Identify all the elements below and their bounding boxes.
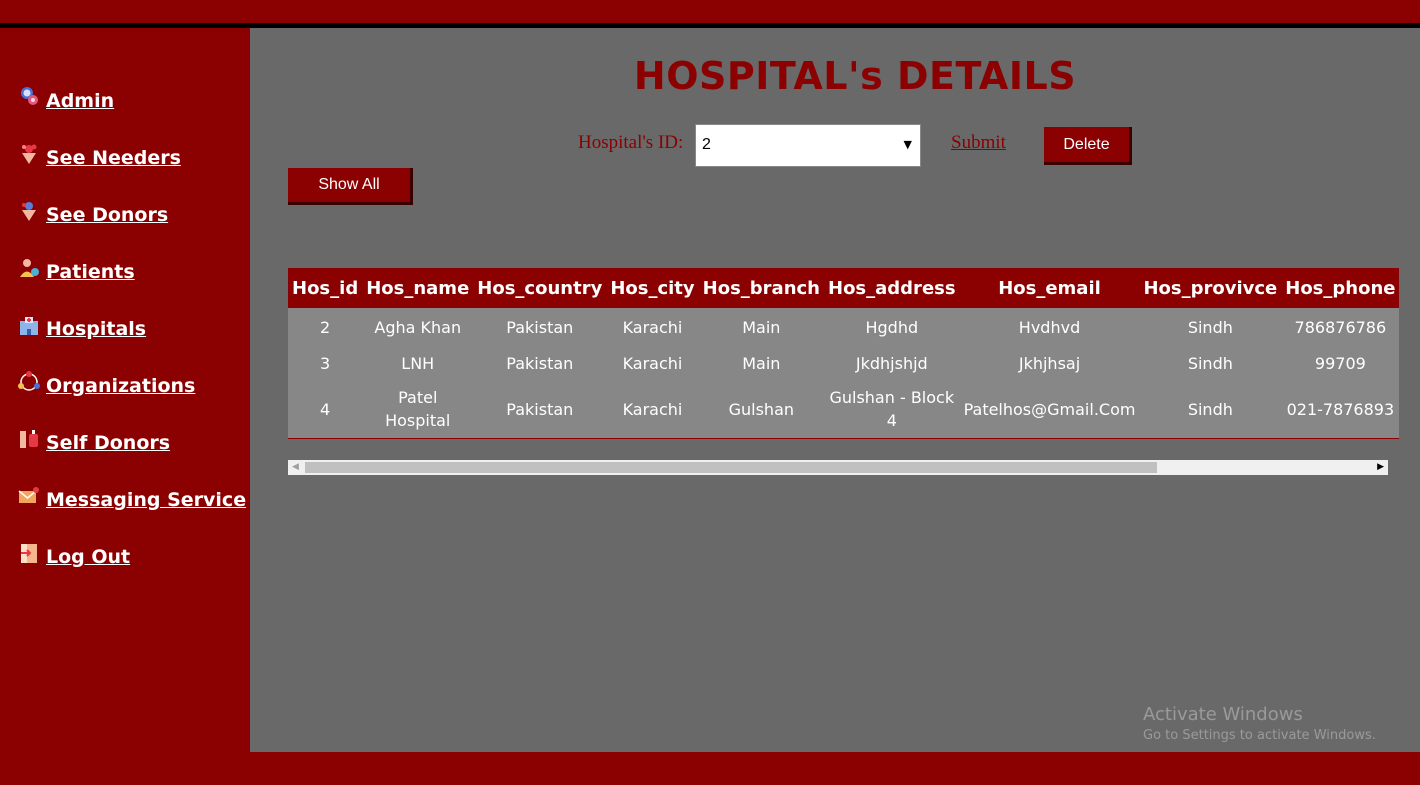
table-cell: 2: [288, 308, 363, 346]
envelope-icon: [18, 487, 39, 503]
table-cell: Patelhos@Gmail.Com: [959, 380, 1140, 439]
sidebar-item-label: Log Out: [46, 546, 131, 568]
scroll-right-arrow-icon[interactable]: ▶: [1377, 462, 1384, 472]
table-cell: Pakistan: [473, 346, 607, 380]
table-cell: Karachi: [606, 308, 699, 346]
table-cell: Main: [698, 346, 824, 380]
sidebar-item-label: Organizations: [46, 375, 196, 397]
sidebar-item-label: Patients: [46, 261, 135, 283]
hospital-id-selected-value: 2: [702, 136, 711, 153]
column-header: Hos_phone: [1281, 268, 1400, 308]
table-cell: Karachi: [606, 380, 699, 439]
bottom-band: [0, 752, 1420, 785]
sidebar-item-label: See Donors: [46, 204, 169, 226]
column-header: Hos_id: [288, 268, 363, 308]
column-header: Hos_country: [473, 268, 607, 308]
needers-icon: [22, 144, 37, 164]
sidebar-item-label: Hospitals: [46, 318, 147, 340]
table-header-row: Hos_id Hos_name Hos_country Hos_city Hos…: [288, 268, 1400, 308]
scroll-left-arrow-icon[interactable]: ◀: [292, 462, 299, 472]
table-row: 2 Agha Khan Pakistan Karachi Main Hgdhd …: [288, 308, 1400, 346]
donors-icon: [22, 202, 36, 221]
table-cell: 021-7876893: [1281, 380, 1400, 439]
main-content: HOSPITAL's DETAILS Hospital's ID: 2 ▼ Su…: [250, 28, 1420, 752]
sidebar-item-patients[interactable]: Patients: [18, 259, 135, 283]
column-header: Hos_provivce: [1139, 268, 1282, 308]
table-cell: LNH: [362, 346, 474, 380]
page-title: HOSPITAL's DETAILS: [633, 54, 1077, 98]
horizontal-scrollbar[interactable]: ◀ ▶: [288, 460, 1388, 475]
sidebar-item-label: Admin: [46, 90, 115, 112]
sidebar-item-organizations[interactable]: Organizations: [18, 371, 196, 397]
table-cell: Sindh: [1139, 346, 1282, 380]
sidebar-item-label: Self Donors: [46, 432, 171, 454]
table-cell: 4: [288, 380, 363, 439]
sidebar-item-admin[interactable]: Admin: [18, 87, 115, 112]
column-header: Hos_city: [606, 268, 699, 308]
hospital-id-select[interactable]: 2 ▼: [695, 124, 921, 167]
patients-icon: [20, 259, 39, 277]
dropdown-arrow-icon: ▼: [903, 138, 912, 151]
organizations-icon: [18, 371, 40, 391]
table-cell: Sindh: [1139, 308, 1282, 346]
activate-windows-title: Activate Windows: [1143, 704, 1303, 725]
table-cell: 3: [288, 346, 363, 380]
table-cell: Jkdhjshjd: [824, 346, 960, 380]
hospital-table: Hos_id Hos_name Hos_country Hos_city Hos…: [288, 268, 1400, 439]
sidebar-item-see-needers[interactable]: See Needers: [18, 144, 181, 169]
table-cell: Jkhjhsaj: [959, 346, 1140, 380]
table-cell: 786876786: [1281, 308, 1400, 346]
table-cell: Pakistan: [473, 308, 607, 346]
column-header: Hos_address: [824, 268, 960, 308]
activate-windows-subtitle: Go to Settings to activate Windows.: [1143, 728, 1376, 743]
column-header: Hos_branch: [698, 268, 824, 308]
admin-icon: [21, 87, 38, 105]
top-band: [0, 0, 1420, 23]
delete-button[interactable]: Delete: [1044, 127, 1132, 165]
table-cell: Gulshan: [698, 380, 824, 439]
table-cell: Patel Hospital: [362, 380, 474, 439]
sidebar-item-hospitals[interactable]: Hospitals: [18, 317, 147, 340]
table-row: 4 Patel Hospital Pakistan Karachi Gulsha…: [288, 380, 1400, 439]
table-cell: Agha Khan: [362, 308, 474, 346]
table-cell: Pakistan: [473, 380, 607, 439]
sidebar-item-self-donors[interactable]: Self Donors: [18, 430, 171, 454]
table-cell: Main: [698, 308, 824, 346]
table-cell: Karachi: [606, 346, 699, 380]
hospital-id-label: Hospital's ID:: [578, 132, 684, 153]
logout-icon: [21, 544, 37, 563]
sidebar: Admin See Needers See Donors Patients Ho…: [0, 28, 250, 752]
table-row: 3 LNH Pakistan Karachi Main Jkdhjshjd Jk…: [288, 346, 1400, 380]
sidebar-item-see-donors[interactable]: See Donors: [18, 202, 169, 226]
sidebar-item-label: See Needers: [46, 147, 181, 169]
table-cell: Sindh: [1139, 380, 1282, 439]
blood-bag-icon: [20, 430, 38, 448]
column-header: Hos_email: [959, 268, 1140, 308]
table-cell: 99709: [1281, 346, 1400, 380]
hospital-icon: [20, 317, 38, 335]
sidebar-item-messaging-service[interactable]: Messaging Service: [18, 487, 247, 511]
table-cell: Gulshan - Block 4: [824, 380, 960, 439]
submit-link[interactable]: Submit: [951, 132, 1006, 154]
sidebar-item-log-out[interactable]: Log Out: [18, 544, 131, 568]
table-cell: Hvdhvd: [959, 308, 1140, 346]
show-all-button[interactable]: Show All: [288, 168, 413, 205]
column-header: Hos_name: [362, 268, 474, 308]
sidebar-item-label: Messaging Service: [46, 489, 247, 511]
hospital-table-container: Hos_id Hos_name Hos_country Hos_city Hos…: [288, 268, 1400, 439]
table-cell: Hgdhd: [824, 308, 960, 346]
scrollbar-thumb[interactable]: [305, 462, 1157, 473]
